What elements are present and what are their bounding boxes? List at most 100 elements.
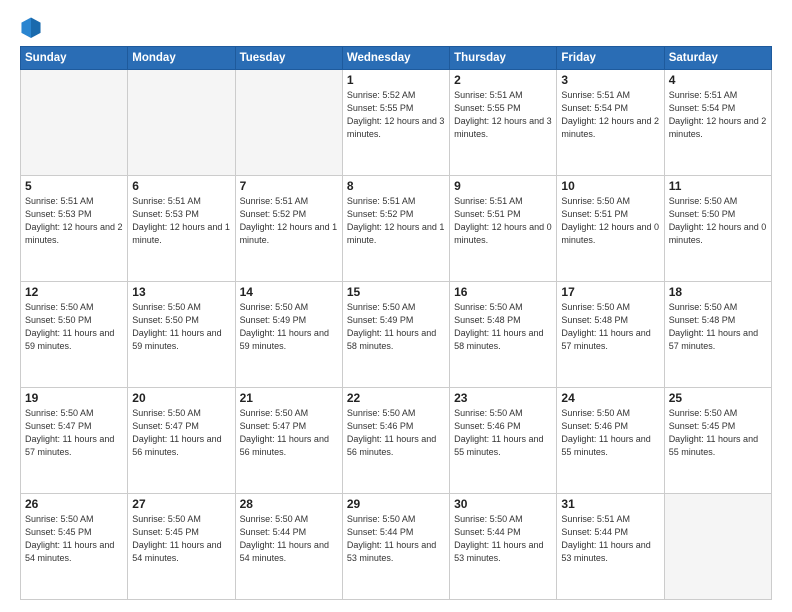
cell-info: Sunrise: 5:50 AM Sunset: 5:45 PM Dayligh… — [669, 407, 767, 459]
cell-info: Sunrise: 5:50 AM Sunset: 5:44 PM Dayligh… — [240, 513, 338, 565]
calendar-cell: 12 Sunrise: 5:50 AM Sunset: 5:50 PM Dayli… — [21, 282, 128, 388]
calendar-cell: 27 Sunrise: 5:50 AM Sunset: 5:45 PM Dayli… — [128, 494, 235, 600]
cell-info: Sunrise: 5:50 AM Sunset: 5:50 PM Dayligh… — [25, 301, 123, 353]
calendar-cell: 24 Sunrise: 5:50 AM Sunset: 5:46 PM Dayli… — [557, 388, 664, 494]
cell-info: Sunrise: 5:50 AM Sunset: 5:49 PM Dayligh… — [240, 301, 338, 353]
day-number: 11 — [669, 179, 767, 193]
cell-info: Sunrise: 5:52 AM Sunset: 5:55 PM Dayligh… — [347, 89, 445, 141]
day-number: 13 — [132, 285, 230, 299]
weekday-wednesday: Wednesday — [342, 47, 449, 70]
calendar-cell — [21, 70, 128, 176]
day-number: 29 — [347, 497, 445, 511]
cell-info: Sunrise: 5:50 AM Sunset: 5:48 PM Dayligh… — [669, 301, 767, 353]
cell-info: Sunrise: 5:50 AM Sunset: 5:48 PM Dayligh… — [561, 301, 659, 353]
cell-info: Sunrise: 5:50 AM Sunset: 5:50 PM Dayligh… — [132, 301, 230, 353]
day-number: 25 — [669, 391, 767, 405]
day-number: 14 — [240, 285, 338, 299]
day-number: 3 — [561, 73, 659, 87]
week-row-0: 1 Sunrise: 5:52 AM Sunset: 5:55 PM Daylig… — [21, 70, 772, 176]
day-number: 22 — [347, 391, 445, 405]
calendar-cell: 7 Sunrise: 5:51 AM Sunset: 5:52 PM Daylig… — [235, 176, 342, 282]
day-number: 5 — [25, 179, 123, 193]
day-number: 24 — [561, 391, 659, 405]
calendar-cell — [664, 494, 771, 600]
weekday-saturday: Saturday — [664, 47, 771, 70]
day-number: 23 — [454, 391, 552, 405]
calendar-cell — [235, 70, 342, 176]
day-number: 16 — [454, 285, 552, 299]
calendar-cell: 16 Sunrise: 5:50 AM Sunset: 5:48 PM Dayli… — [450, 282, 557, 388]
cell-info: Sunrise: 5:51 AM Sunset: 5:52 PM Dayligh… — [240, 195, 338, 247]
cell-info: Sunrise: 5:50 AM Sunset: 5:46 PM Dayligh… — [454, 407, 552, 459]
day-number: 4 — [669, 73, 767, 87]
calendar-cell: 14 Sunrise: 5:50 AM Sunset: 5:49 PM Dayli… — [235, 282, 342, 388]
day-number: 12 — [25, 285, 123, 299]
cell-info: Sunrise: 5:50 AM Sunset: 5:45 PM Dayligh… — [132, 513, 230, 565]
day-number: 21 — [240, 391, 338, 405]
weekday-friday: Friday — [557, 47, 664, 70]
cell-info: Sunrise: 5:50 AM Sunset: 5:44 PM Dayligh… — [347, 513, 445, 565]
day-number: 15 — [347, 285, 445, 299]
day-number: 19 — [25, 391, 123, 405]
calendar-cell: 31 Sunrise: 5:51 AM Sunset: 5:44 PM Dayli… — [557, 494, 664, 600]
cell-info: Sunrise: 5:51 AM Sunset: 5:55 PM Dayligh… — [454, 89, 552, 141]
calendar-cell: 28 Sunrise: 5:50 AM Sunset: 5:44 PM Dayli… — [235, 494, 342, 600]
week-row-2: 12 Sunrise: 5:50 AM Sunset: 5:50 PM Dayli… — [21, 282, 772, 388]
day-number: 20 — [132, 391, 230, 405]
calendar-cell: 17 Sunrise: 5:50 AM Sunset: 5:48 PM Dayli… — [557, 282, 664, 388]
cell-info: Sunrise: 5:50 AM Sunset: 5:47 PM Dayligh… — [132, 407, 230, 459]
calendar-cell: 20 Sunrise: 5:50 AM Sunset: 5:47 PM Dayli… — [128, 388, 235, 494]
calendar-cell: 2 Sunrise: 5:51 AM Sunset: 5:55 PM Daylig… — [450, 70, 557, 176]
calendar-cell: 1 Sunrise: 5:52 AM Sunset: 5:55 PM Daylig… — [342, 70, 449, 176]
weekday-sunday: Sunday — [21, 47, 128, 70]
weekday-header-row: SundayMondayTuesdayWednesdayThursdayFrid… — [21, 47, 772, 70]
cell-info: Sunrise: 5:51 AM Sunset: 5:54 PM Dayligh… — [669, 89, 767, 141]
weekday-monday: Monday — [128, 47, 235, 70]
day-number: 2 — [454, 73, 552, 87]
calendar-cell: 3Sunrise: 5:51 AM Sunset: 5:54 PM Daylig… — [557, 70, 664, 176]
cell-info: Sunrise: 5:50 AM Sunset: 5:46 PM Dayligh… — [561, 407, 659, 459]
cell-info: Sunrise: 5:50 AM Sunset: 5:50 PM Dayligh… — [669, 195, 767, 247]
calendar-cell: 26 Sunrise: 5:50 AM Sunset: 5:45 PM Dayli… — [21, 494, 128, 600]
day-number: 1 — [347, 73, 445, 87]
calendar-cell: 11 Sunrise: 5:50 AM Sunset: 5:50 PM Dayli… — [664, 176, 771, 282]
calendar-cell: 9 Sunrise: 5:51 AM Sunset: 5:51 PM Daylig… — [450, 176, 557, 282]
day-number: 7 — [240, 179, 338, 193]
cell-info: Sunrise: 5:50 AM Sunset: 5:47 PM Dayligh… — [25, 407, 123, 459]
page: SundayMondayTuesdayWednesdayThursdayFrid… — [0, 0, 792, 612]
cell-info: Sunrise: 5:51 AM Sunset: 5:44 PM Dayligh… — [561, 513, 659, 565]
calendar-cell: 10 Sunrise: 5:50 AM Sunset: 5:51 PM Dayli… — [557, 176, 664, 282]
cell-info: Sunrise: 5:51 AM Sunset: 5:51 PM Dayligh… — [454, 195, 552, 247]
calendar-cell: 8Sunrise: 5:51 AM Sunset: 5:52 PM Daylig… — [342, 176, 449, 282]
calendar-cell: 21 Sunrise: 5:50 AM Sunset: 5:47 PM Dayli… — [235, 388, 342, 494]
cell-info: Sunrise: 5:50 AM Sunset: 5:47 PM Dayligh… — [240, 407, 338, 459]
calendar-table: SundayMondayTuesdayWednesdayThursdayFrid… — [20, 46, 772, 600]
day-number: 27 — [132, 497, 230, 511]
day-number: 9 — [454, 179, 552, 193]
logo — [20, 16, 46, 38]
day-number: 18 — [669, 285, 767, 299]
calendar-cell: 29 Sunrise: 5:50 AM Sunset: 5:44 PM Dayli… — [342, 494, 449, 600]
calendar-cell: 19 Sunrise: 5:50 AM Sunset: 5:47 PM Dayli… — [21, 388, 128, 494]
day-number: 26 — [25, 497, 123, 511]
day-number: 31 — [561, 497, 659, 511]
cell-info: Sunrise: 5:51 AM Sunset: 5:52 PM Dayligh… — [347, 195, 445, 247]
weekday-tuesday: Tuesday — [235, 47, 342, 70]
day-number: 10 — [561, 179, 659, 193]
header — [20, 16, 772, 38]
cell-info: Sunrise: 5:50 AM Sunset: 5:48 PM Dayligh… — [454, 301, 552, 353]
week-row-1: 5 Sunrise: 5:51 AM Sunset: 5:53 PM Daylig… — [21, 176, 772, 282]
calendar-cell: 5Sunrise: 5:51 AM Sunset: 5:53 PM Daylig… — [21, 176, 128, 282]
day-number: 17 — [561, 285, 659, 299]
cell-info: Sunrise: 5:50 AM Sunset: 5:45 PM Dayligh… — [25, 513, 123, 565]
calendar-cell: 4 Sunrise: 5:51 AM Sunset: 5:54 PM Daylig… — [664, 70, 771, 176]
day-number: 6 — [132, 179, 230, 193]
day-number: 28 — [240, 497, 338, 511]
calendar-cell: 30Sunrise: 5:50 AM Sunset: 5:44 PM Dayli… — [450, 494, 557, 600]
week-row-3: 19 Sunrise: 5:50 AM Sunset: 5:47 PM Dayli… — [21, 388, 772, 494]
calendar-cell: 13 Sunrise: 5:50 AM Sunset: 5:50 PM Dayli… — [128, 282, 235, 388]
day-number: 30 — [454, 497, 552, 511]
cell-info: Sunrise: 5:51 AM Sunset: 5:53 PM Dayligh… — [132, 195, 230, 247]
calendar-cell: 25 Sunrise: 5:50 AM Sunset: 5:45 PM Dayli… — [664, 388, 771, 494]
cell-info: Sunrise: 5:50 AM Sunset: 5:51 PM Dayligh… — [561, 195, 659, 247]
